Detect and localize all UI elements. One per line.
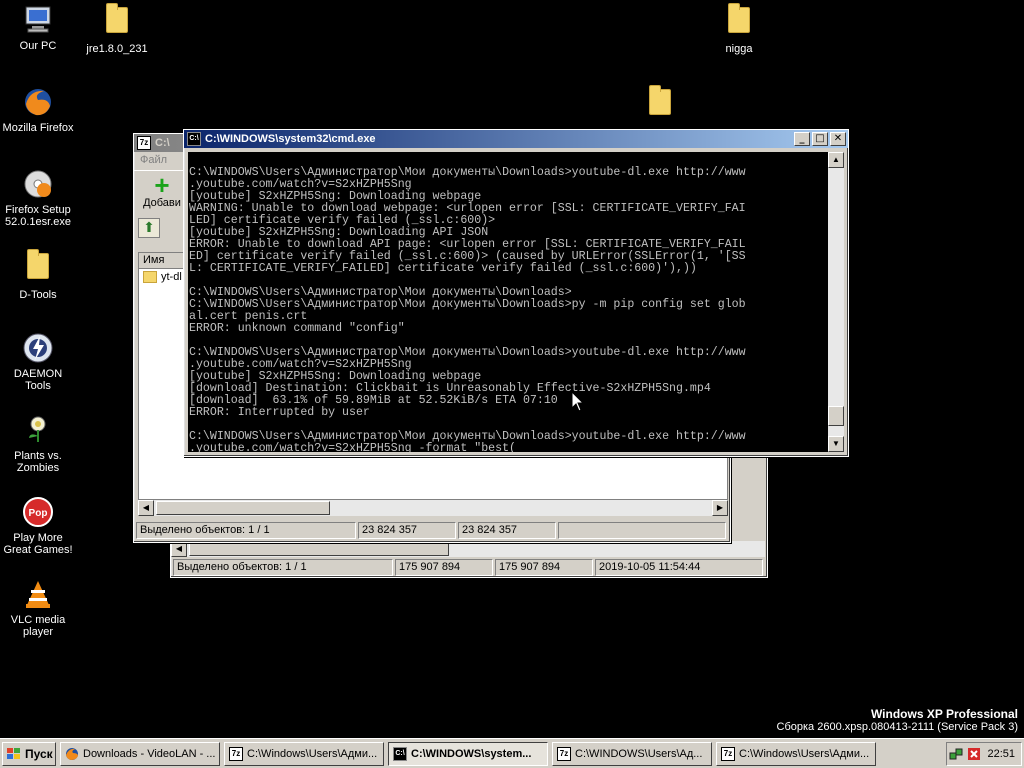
os-build: Сборка 2600.xpsp.080413-2111 (Service Pa… [776, 721, 1018, 733]
status-selected: Выделено объектов: 1 / 1 [136, 522, 356, 539]
os-name: Windows XP Professional [870, 707, 1018, 721]
desktop-icon-plants-vs-zombies[interactable]: Plants vs. Zombies [0, 414, 76, 474]
firefox-icon [66, 747, 78, 760]
status-empty [558, 522, 726, 539]
vlc-icon [22, 578, 54, 610]
installer-icon [22, 168, 54, 200]
firefox-icon [22, 86, 54, 118]
cmd-icon: C:\ [393, 746, 407, 761]
desktop-icon-daemon-tools[interactable]: DAEMON Tools [0, 332, 76, 392]
add-button[interactable]: + Добави [140, 170, 184, 209]
title-bar[interactable]: C:\ C:\WINDOWS\system32\cmd.exe _ □ ✕ [184, 130, 848, 148]
cmd-window[interactable]: C:\ C:\WINDOWS\system32\cmd.exe _ □ ✕ C:… [183, 129, 849, 457]
desktop-icon-play-more-games[interactable]: Pop Play More Great Games! [0, 496, 76, 556]
window-title: C:\WINDOWS\system32\cmd.exe [205, 133, 376, 145]
desktop-icon-folder-hidden[interactable] [622, 85, 698, 125]
status-packed-size: 23 824 357 [458, 522, 556, 539]
network-icon[interactable] [949, 747, 963, 761]
7zip-icon: 7z [557, 746, 571, 761]
folder-icon [723, 3, 755, 39]
7zip-icon: 7z [137, 136, 151, 150]
desktop-icon-firefox-setup[interactable]: Firefox Setup 52.0.1esr.exe [0, 168, 76, 228]
horizontal-scrollbar[interactable]: ◀ [171, 541, 765, 557]
status-bar: Выделено объектов: 1 / 1 175 907 894 175… [173, 559, 765, 577]
taskbar-item-cmd[interactable]: C:\ C:\WINDOWS\system... [388, 741, 548, 766]
popcap-icon: Pop [22, 496, 54, 528]
7zip-icon: 7z [721, 746, 735, 761]
scroll-right-button[interactable]: ▶ [712, 500, 728, 516]
close-button[interactable]: ✕ [830, 132, 846, 146]
scroll-thumb[interactable] [828, 406, 844, 426]
desktop-icon-jre[interactable]: jre1.8.0_231 [79, 3, 155, 55]
desktop-icon-d-tools[interactable]: D-Tools [0, 249, 76, 301]
status-size: 175 907 894 [395, 559, 493, 576]
status-modified: 2019-10-05 11:54:44 [595, 559, 763, 576]
os-version-watermark: Windows XP Professional Сборка 2600.xpsp… [777, 708, 1018, 734]
desktop-icon-our-pc[interactable]: Our PC [0, 4, 76, 52]
menu-file[interactable]: Файл [140, 154, 167, 166]
status-selected: Выделено объектов: 1 / 1 [173, 559, 393, 576]
taskbar-item-firefox[interactable]: Downloads - VideoLAN - ... [60, 741, 220, 766]
maximize-button[interactable]: □ [812, 132, 828, 146]
console-line: ERROR: unknown command "config" [189, 322, 405, 335]
folder-icon [644, 85, 676, 121]
console-output[interactable]: C:\WINDOWS\Users\Администратор\Мои докум… [188, 152, 828, 452]
scroll-up-button[interactable]: ▲ [828, 152, 844, 168]
desktop: Our PC jre1.8.0_231 nigga Mozilla Firefo… [0, 0, 1024, 738]
folder-icon [101, 3, 133, 39]
scroll-down-button[interactable]: ▼ [828, 436, 844, 452]
minimize-button[interactable]: _ [794, 132, 810, 146]
up-folder-button[interactable]: ⬆ [138, 218, 160, 238]
status-size: 23 824 357 [358, 522, 456, 539]
scroll-thumb[interactable] [156, 501, 330, 515]
scroll-left-button[interactable]: ◀ [171, 541, 187, 557]
folder-icon [22, 249, 54, 285]
antivirus-icon[interactable] [967, 747, 981, 761]
computer-icon [22, 4, 54, 36]
desktop-icon-vlc[interactable]: VLC media player [0, 578, 76, 638]
taskbar-item-7zip-1[interactable]: 7z C:\Windows\Users\Адми... [224, 741, 384, 766]
horizontal-scrollbar[interactable]: ◀ ▶ [138, 500, 728, 516]
plants-icon [22, 414, 54, 446]
7zip-icon: 7z [229, 746, 243, 761]
status-bar: Выделено объектов: 1 / 1 23 824 357 23 8… [136, 522, 728, 540]
windows-logo-icon [7, 747, 20, 759]
status-packed-size: 175 907 894 [495, 559, 593, 576]
console-line: L: CERTIFICATE_VERIFY_FAILED] certificat… [189, 262, 697, 275]
daemon-tools-icon [22, 332, 54, 364]
desktop-icon-folder-nigga[interactable]: nigga [701, 3, 777, 55]
scroll-thumb[interactable] [189, 542, 449, 556]
console-line: ERROR: Interrupted by user [189, 406, 370, 419]
console-line: .youtube.com/watch?v=S2xHZPH5Sng -format… [189, 442, 516, 453]
cmd-icon: C:\ [187, 132, 201, 146]
svg-text:Pop: Pop [29, 508, 48, 519]
system-tray: 22:51 [946, 741, 1022, 766]
mouse-cursor-icon [571, 391, 585, 412]
window-title: C:\ [155, 137, 170, 149]
taskbar-item-7zip-3[interactable]: 7z C:\Windows\Users\Адми... [716, 741, 876, 766]
vertical-scrollbar[interactable]: ▲ ▼ [828, 152, 844, 452]
taskbar: Пуск Downloads - VideoLAN - ... 7z C:\Wi… [0, 738, 1024, 768]
folder-icon [143, 271, 157, 283]
taskbar-item-7zip-2[interactable]: 7z C:\WINDOWS\Users\Ад... [552, 741, 712, 766]
clock[interactable]: 22:51 [987, 748, 1015, 760]
start-button[interactable]: Пуск [2, 741, 56, 766]
plus-icon: + [154, 170, 170, 200]
scroll-left-button[interactable]: ◀ [138, 500, 154, 516]
desktop-icon-firefox[interactable]: Mozilla Firefox [0, 86, 76, 134]
